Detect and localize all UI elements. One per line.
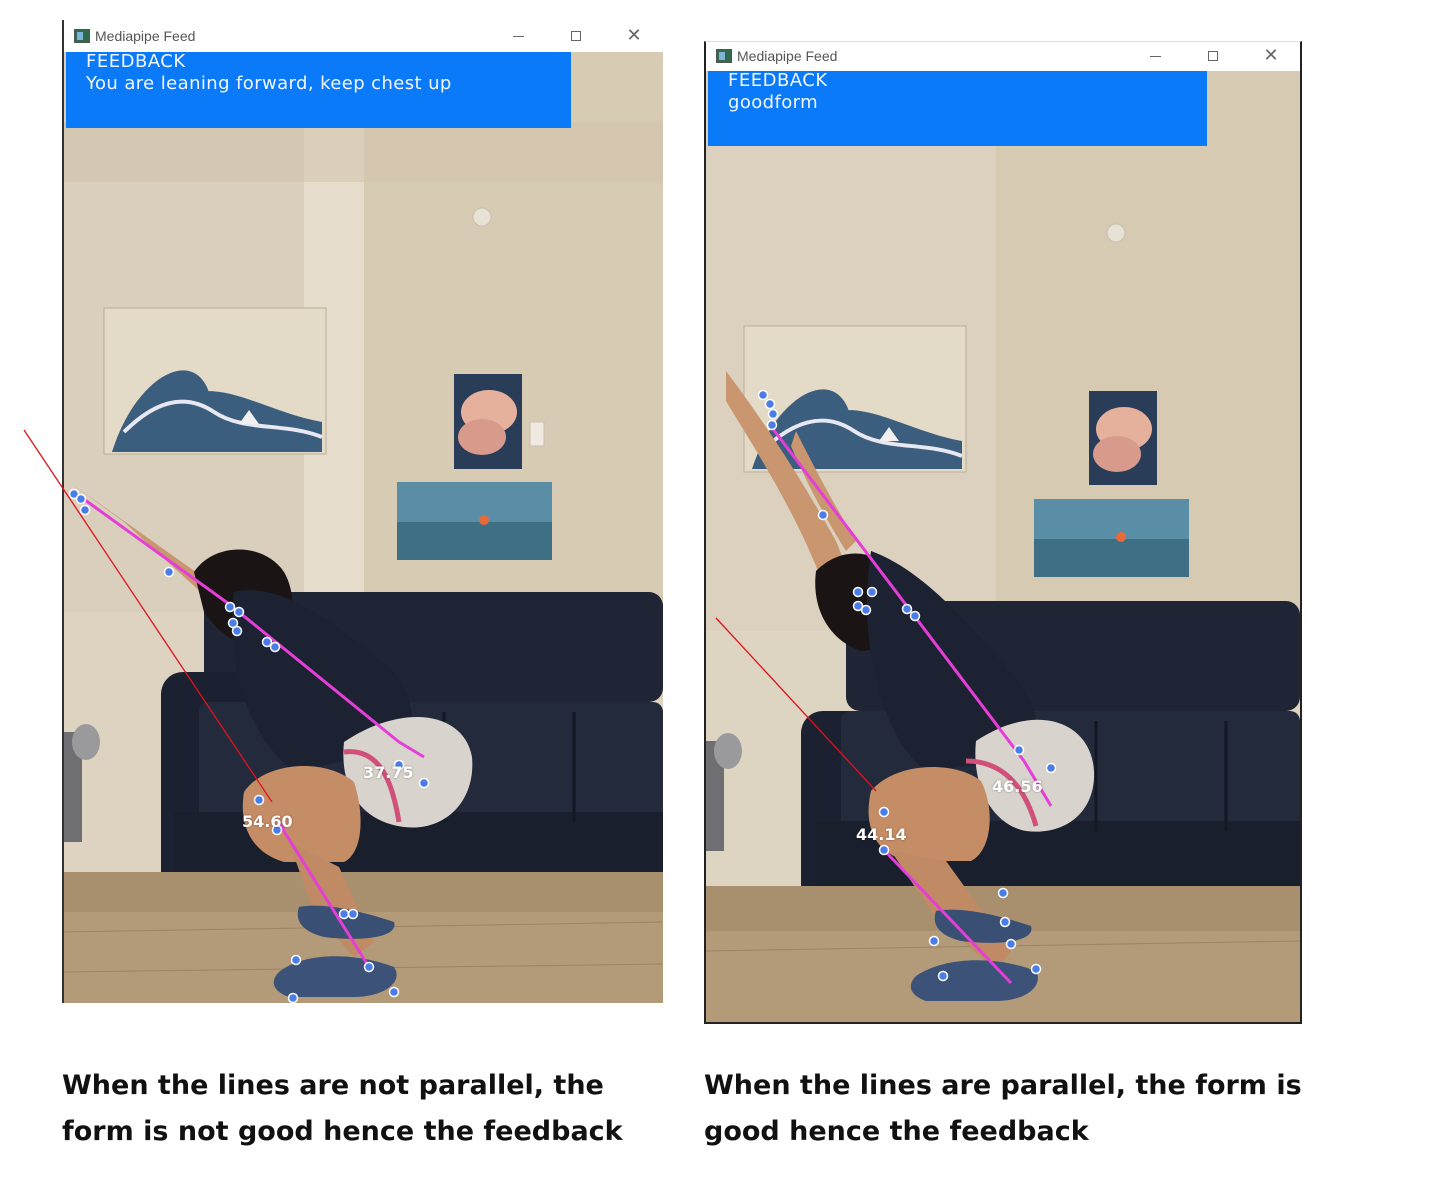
caption-left: When the lines are not parallel, the for… bbox=[62, 1070, 623, 1147]
feedback-panel: FEEDBACK You are leaning forward, keep c… bbox=[66, 52, 571, 128]
feedback-message: goodform bbox=[728, 92, 819, 113]
window-title: Mediapipe Feed bbox=[95, 28, 196, 44]
caption-right: When the lines are parallel, the form is… bbox=[704, 1070, 1302, 1147]
hip-angle-label: 37.75 bbox=[363, 763, 414, 782]
feedback-message: You are leaning forward, keep chest up bbox=[86, 73, 452, 94]
video-feed: FEEDBACK goodform 46.56 44.14 bbox=[706, 71, 1300, 1022]
feedback-panel: FEEDBACK goodform bbox=[708, 71, 1207, 146]
title-bar[interactable]: Mediapipe Feed ✕ bbox=[706, 42, 1300, 70]
close-button[interactable]: ✕ bbox=[605, 20, 663, 52]
harbor-painting bbox=[1034, 499, 1189, 577]
app-icon bbox=[716, 49, 732, 63]
title-bar[interactable]: Mediapipe Feed ✕ bbox=[64, 20, 663, 52]
feedback-heading: FEEDBACK bbox=[728, 71, 828, 91]
harbor-painting bbox=[397, 482, 552, 560]
app-icon bbox=[74, 29, 90, 43]
mediapipe-window-left: Mediapipe Feed ✕ FEEDBACK You are leanin… bbox=[62, 20, 663, 1003]
cloud-painting bbox=[454, 374, 522, 469]
maximize-button[interactable] bbox=[1184, 42, 1242, 70]
knee-angle-label: 44.14 bbox=[856, 825, 907, 844]
feedback-heading: FEEDBACK bbox=[86, 52, 186, 72]
maximize-button[interactable] bbox=[547, 20, 605, 52]
window-title: Mediapipe Feed bbox=[737, 48, 838, 64]
minimize-button[interactable] bbox=[489, 20, 547, 52]
minimize-button[interactable] bbox=[1126, 42, 1184, 70]
wave-painting bbox=[103, 307, 327, 455]
minimize-icon bbox=[512, 35, 524, 37]
maximize-icon bbox=[571, 31, 581, 41]
mediapipe-window-right: Mediapipe Feed ✕ FEEDBACK goodform 46.56… bbox=[704, 41, 1302, 1024]
hip-angle-label: 46.56 bbox=[992, 777, 1043, 796]
video-feed: FEEDBACK You are leaning forward, keep c… bbox=[64, 52, 663, 1003]
knee-angle-label: 54.60 bbox=[242, 812, 293, 831]
close-icon: ✕ bbox=[1263, 45, 1279, 66]
video-frame bbox=[706, 71, 1300, 1022]
cloud-painting bbox=[1089, 391, 1157, 485]
minimize-icon bbox=[1149, 55, 1161, 57]
close-button[interactable]: ✕ bbox=[1242, 42, 1300, 70]
close-icon: ✕ bbox=[626, 25, 642, 46]
video-frame bbox=[64, 52, 663, 1003]
maximize-icon bbox=[1208, 51, 1218, 61]
